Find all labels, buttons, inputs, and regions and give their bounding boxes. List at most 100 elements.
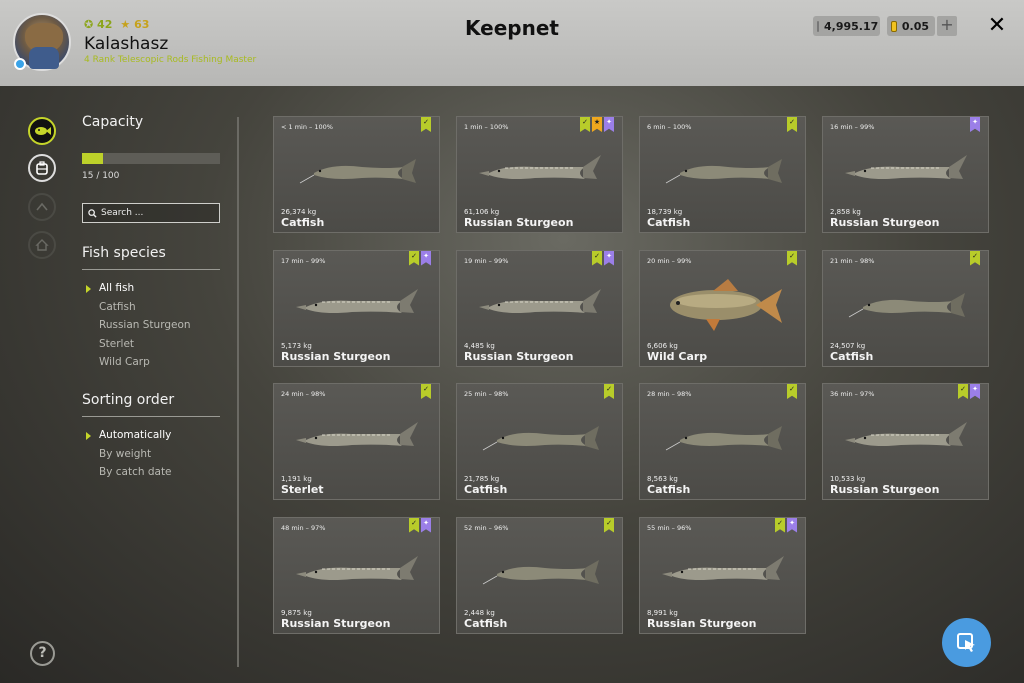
catch-time: 36 min – 97% [830, 390, 875, 398]
fish-card[interactable]: 17 min – 99% ✓ ✦ 5,173 kg Russian Sturgeon [273, 249, 440, 367]
badge-group: ✓ [970, 250, 980, 266]
fish-card[interactable]: 55 min – 96% ✓ ✦ 8,991 kg Russian Sturgeon [639, 516, 806, 634]
fish-card[interactable]: 48 min – 97% ✓ ✦ 9,875 kg Russian Sturgeon [273, 516, 440, 634]
sorting-divider [82, 416, 220, 417]
check-ribbon-icon: ✓ [409, 517, 419, 533]
fish-name: Russian Sturgeon [281, 616, 391, 630]
badge-group: ✓ ✦ [592, 250, 614, 266]
backpack-icon[interactable] [28, 154, 56, 182]
fish-name: Russian Sturgeon [281, 349, 391, 363]
purple-ribbon-icon: ✦ [787, 517, 797, 533]
fish-name: Catfish [464, 616, 508, 630]
fish-name: Catfish [281, 216, 325, 229]
gold-ribbon-icon: ★ [592, 117, 602, 132]
tackle-icon[interactable] [28, 193, 56, 221]
silver-coin-icon [817, 20, 819, 32]
purple-ribbon-icon: ✦ [421, 517, 431, 533]
fish-card[interactable]: 21 min – 98% ✓ 24,507 kg Catfish [822, 249, 989, 367]
check-ribbon-icon: ✓ [580, 117, 590, 132]
badge-group: ✓ [787, 117, 797, 132]
header-bar: ✪ 42 ★ 63 Kalashasz 4 Rank Telescopic Ro… [0, 0, 1024, 86]
fish-weight: 2,858 kg [830, 208, 861, 216]
catch-time: 21 min – 98% [830, 256, 875, 265]
search-icon [88, 208, 97, 218]
catch-time: < 1 min – 100% [281, 123, 333, 131]
sorting-section: Sorting order Automatically By weight By c… [82, 392, 220, 485]
close-button[interactable]: ✕ [986, 14, 1008, 38]
sort-option[interactable]: By weight [82, 448, 220, 467]
sturgeon-image [845, 422, 967, 446]
catch-time: 55 min – 96% [647, 523, 692, 532]
sturgeon-image [662, 555, 784, 580]
help-button[interactable]: ? [30, 641, 55, 666]
purple-ribbon-icon: ✦ [421, 250, 431, 266]
fish-name: Wild Carp [647, 349, 708, 363]
capacity-count: 15 / 100 [82, 171, 120, 181]
fish-weight: 6,606 kg [647, 341, 678, 350]
sturgeon-image [845, 155, 967, 179]
species-option[interactable]: Wild Carp [82, 356, 220, 375]
catfish-image [482, 426, 599, 451]
catch-time: 52 min – 96% [464, 523, 509, 532]
species-option[interactable]: Russian Sturgeon [82, 319, 220, 338]
fish-card[interactable]: 25 min – 98% ✓ 21,785 kg Catfish [456, 383, 623, 500]
cursor-mode-button[interactable] [942, 618, 991, 667]
fish-weight: 61,106 kg [464, 208, 500, 216]
carp-image [670, 278, 782, 331]
badge-group: ✓ ★ ✦ [580, 117, 614, 132]
avatar-dog-body [29, 47, 59, 69]
species-option[interactable]: Sterlet [82, 338, 220, 357]
catch-time: 16 min – 99% [830, 123, 875, 131]
sort-option[interactable]: Automatically [82, 429, 220, 448]
catch-time: 48 min – 97% [281, 523, 326, 532]
fish-weight: 5,173 kg [281, 341, 312, 350]
silver-amount: 4,995.17 [824, 19, 879, 33]
fish-name: Russian Sturgeon [464, 216, 574, 229]
fish-card[interactable]: 19 min – 99% ✓ ✦ 4,485 kg Russian Sturgeon [456, 249, 623, 367]
fish-name: Catfish [830, 349, 874, 363]
fish-card[interactable]: 20 min – 99% ✓ 6,606 kg Wild Carp [639, 249, 806, 367]
gold-amount: 0.05 [901, 19, 929, 33]
sort-option[interactable]: By catch date [82, 466, 220, 485]
fish-card[interactable]: 16 min – 99% ✦ 2,858 kg Russian Sturgeon [822, 116, 989, 233]
fish-card[interactable]: 24 min – 98% ✓ 1,191 kg Sterlet [273, 383, 440, 500]
check-ribbon-icon: ✓ [421, 117, 431, 132]
catch-time: 1 min – 100% [464, 123, 509, 131]
fish-card[interactable]: < 1 min – 100% ✓ 26,374 kg Catfish [273, 116, 440, 233]
check-ribbon-icon: ✓ [409, 250, 419, 266]
sorting-title: Sorting order [82, 392, 175, 408]
capacity-bar-fill [82, 153, 103, 164]
catfish-image [848, 292, 965, 317]
fish-keepnet-icon[interactable] [28, 117, 56, 145]
fish-card[interactable]: 6 min – 100% ✓ 18,739 kg Catfish [639, 116, 806, 233]
add-currency-button[interactable]: + [937, 16, 957, 36]
fish-weight: 26,374 kg [281, 208, 317, 216]
fish-card[interactable]: 36 min – 97% ✓ ✦ 10,533 kg Russian Sturgeon [822, 383, 989, 500]
check-ribbon-icon: ✓ [592, 250, 602, 266]
check-ribbon-icon: ✓ [787, 250, 797, 266]
fish-name: Sterlet [281, 483, 324, 496]
fish-card[interactable]: 28 min – 98% ✓ 8,563 kg Catfish [639, 383, 806, 500]
fish-weight: 8,563 kg [647, 475, 678, 483]
fish-card[interactable]: 52 min – 96% ✓ 2,448 kg Catfish [456, 516, 623, 634]
fish-name: Russian Sturgeon [464, 349, 574, 363]
badge-group: ✓ ✦ [409, 517, 431, 533]
search-box[interactable] [82, 203, 220, 223]
check-ribbon-icon: ✓ [604, 517, 614, 533]
catfish-image [299, 159, 416, 184]
fish-card[interactable]: 1 min – 100% ✓ ★ ✦ 61,106 kg Russian Sturgeon [456, 116, 623, 233]
sturgeon-image [479, 288, 601, 313]
fish-name: Russian Sturgeon [830, 483, 940, 496]
badge-group: ✓ ✦ [409, 250, 431, 266]
badge-group: ✓ [604, 517, 614, 533]
fish-weight: 1,191 kg [281, 475, 312, 483]
purple-ribbon-icon: ✦ [970, 384, 980, 399]
fish-weight: 9,875 kg [281, 608, 312, 617]
search-input[interactable] [101, 208, 211, 218]
catch-time: 6 min – 100% [647, 123, 692, 131]
gold-balance: 0.05 [887, 16, 935, 36]
species-option[interactable]: All fish [82, 282, 220, 301]
species-option[interactable]: Catfish [82, 301, 220, 320]
home-icon[interactable] [28, 231, 56, 259]
catfish-image [665, 426, 782, 451]
